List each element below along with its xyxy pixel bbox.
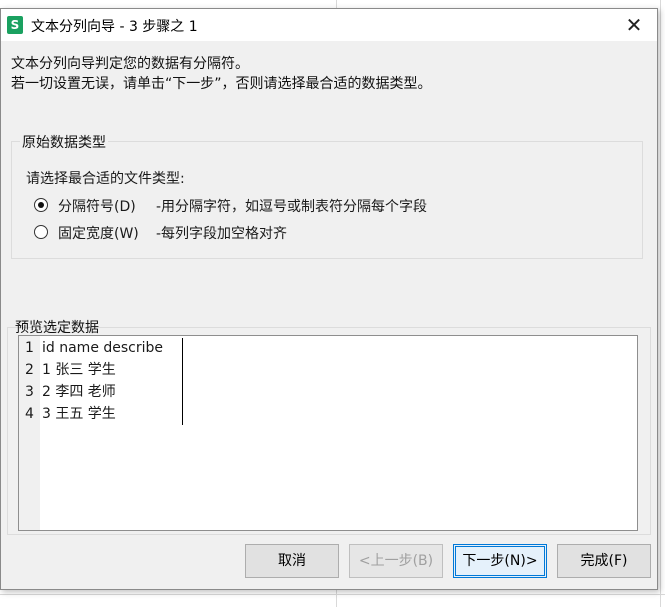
row-number: 4 (25, 406, 34, 422)
text-import-wizard-dialog: S 文本分列向导 - 3 步骤之 1 ✕ 文本分列向导判定您的数据有分隔符。 若… (0, 8, 658, 590)
radio-label[interactable]: 固定宽度(W) (58, 223, 139, 243)
preview-area[interactable]: 1 id name describe 2 1 张三 学生 3 2 李四 老师 4… (18, 335, 638, 531)
wps-spreadsheet-icon: S (7, 16, 23, 34)
group-legend: 原始数据类型 (20, 132, 108, 152)
radio-button-selected[interactable] (34, 198, 48, 212)
row-number: 2 (25, 362, 34, 378)
cancel-button[interactable]: 取消 (245, 544, 339, 578)
column-separator (182, 338, 183, 425)
data-type-group: 原始数据类型 请选择最合适的文件类型: 分隔符号(D) -用分隔字符，如逗号或制… (11, 132, 643, 259)
next-button-label: 下一步(N)> (462, 553, 538, 569)
back-button[interactable]: <上一步(B) (349, 544, 443, 578)
finish-button[interactable]: 完成(F) (557, 544, 651, 578)
window-title: 文本分列向导 - 3 步骤之 1 (31, 19, 198, 35)
row-number: 3 (25, 384, 34, 400)
next-button[interactable]: 下一步(N)> (453, 544, 547, 578)
preview-legend: 预览选定数据 (15, 320, 99, 336)
title-bar[interactable]: S 文本分列向导 - 3 步骤之 1 ✕ (1, 9, 657, 41)
radio-button[interactable] (34, 225, 48, 239)
radio-label[interactable]: 分隔符号(D) (58, 196, 136, 216)
radio-hint: -每列字段加空格对齐 (156, 226, 288, 242)
description-line-1: 文本分列向导判定您的数据有分隔符。 (11, 56, 249, 72)
grid-line (660, 0, 661, 607)
row-text: id name describe (42, 340, 164, 356)
row-text: 3 王五 学生 (42, 406, 116, 422)
row-text: 2 李四 老师 (42, 384, 116, 400)
close-button[interactable]: ✕ (611, 9, 657, 41)
radio-hint: -用分隔字符，如逗号或制表符分隔每个字段 (156, 199, 428, 215)
row-number: 1 (25, 340, 34, 356)
grid-line (0, 594, 665, 595)
description-line-2: 若一切设置无误，请单击“下一步”，否则请选择最合适的数据类型。 (11, 76, 432, 92)
file-type-prompt: 请选择最合适的文件类型: (26, 171, 185, 187)
row-text: 1 张三 学生 (42, 362, 116, 378)
